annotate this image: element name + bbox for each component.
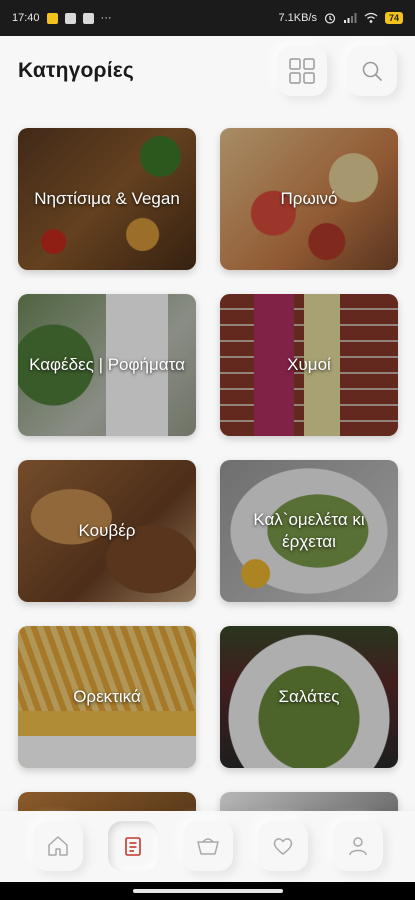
wifi-icon (364, 12, 378, 23)
menu-icon (125, 837, 141, 856)
category-tile-appetizers[interactable]: Ορεκτικά (18, 626, 196, 768)
category-label: Κουβέρ (78, 521, 136, 540)
category-label: Χυμοί (287, 355, 331, 374)
gesture-bar (0, 882, 415, 900)
home-icon (48, 836, 68, 856)
grid-view-button[interactable] (277, 46, 327, 96)
category-tile-breakfast[interactable]: Πρωινό (220, 128, 398, 270)
notification-icon (46, 12, 58, 24)
basket-icon (197, 838, 219, 855)
nav-menu-button[interactable] (108, 821, 158, 871)
more-notifications-icon: ··· (100, 12, 112, 24)
category-label: Ορεκτικά (73, 687, 141, 706)
category-tile-salads[interactable]: Σαλάτες (220, 626, 398, 768)
status-bar-right: 7.1KB/s 74 (278, 12, 403, 24)
status-time: 17:40 (12, 12, 40, 24)
category-label: Καλ`ομελέτα κι έρχεται (253, 510, 365, 551)
category-tile-omelette[interactable]: Καλ`ομελέτα κι έρχεται (220, 460, 398, 602)
status-bar: 17:40 ··· 7.1KB/s 74 (0, 0, 415, 36)
user-icon (349, 837, 367, 856)
category-tile-coffee[interactable]: Καφέδες | Ροφήματα (18, 294, 196, 436)
category-label: Πρωινό (280, 189, 338, 208)
category-tile-vegan[interactable]: Νηστίσιμα & Vegan (18, 128, 196, 270)
search-button[interactable] (347, 46, 397, 96)
search-icon (362, 61, 382, 81)
home-gesture-handle[interactable] (132, 889, 283, 893)
bottom-nav (0, 811, 415, 882)
category-tile-bread[interactable]: Κουβέρ (18, 460, 196, 602)
category-grid: Νηστίσιμα & Vegan Πρωινό Καφέδες | Ροφήμ… (18, 128, 398, 822)
grid-icon (289, 58, 315, 84)
nav-home-button[interactable] (33, 821, 83, 871)
category-label: Νηστίσιμα & Vegan (34, 189, 180, 208)
alarm-icon (324, 13, 336, 24)
network-speed: 7.1KB/s (278, 12, 317, 24)
category-label: Σαλάτες (278, 687, 340, 706)
signal-icon (343, 13, 357, 23)
nav-favorites-button[interactable] (258, 821, 308, 871)
battery-indicator: 74 (384, 12, 403, 24)
nav-basket-button[interactable] (183, 821, 233, 871)
status-bar-left: 17:40 ··· (12, 12, 112, 24)
page-title: Κατηγορίες (18, 59, 135, 82)
gamepad-icon (82, 12, 94, 24)
heart-icon (273, 838, 293, 855)
app-screen: Κατηγορίες Νηστίσιμα & Vegan Πρωινό Καφέ… (0, 36, 415, 882)
nav-profile-button[interactable] (333, 821, 383, 871)
category-label: Καφέδες | Ροφήματα (29, 355, 185, 374)
clipboard-icon (64, 12, 76, 24)
category-tile-juices[interactable]: Χυμοί (220, 294, 398, 436)
